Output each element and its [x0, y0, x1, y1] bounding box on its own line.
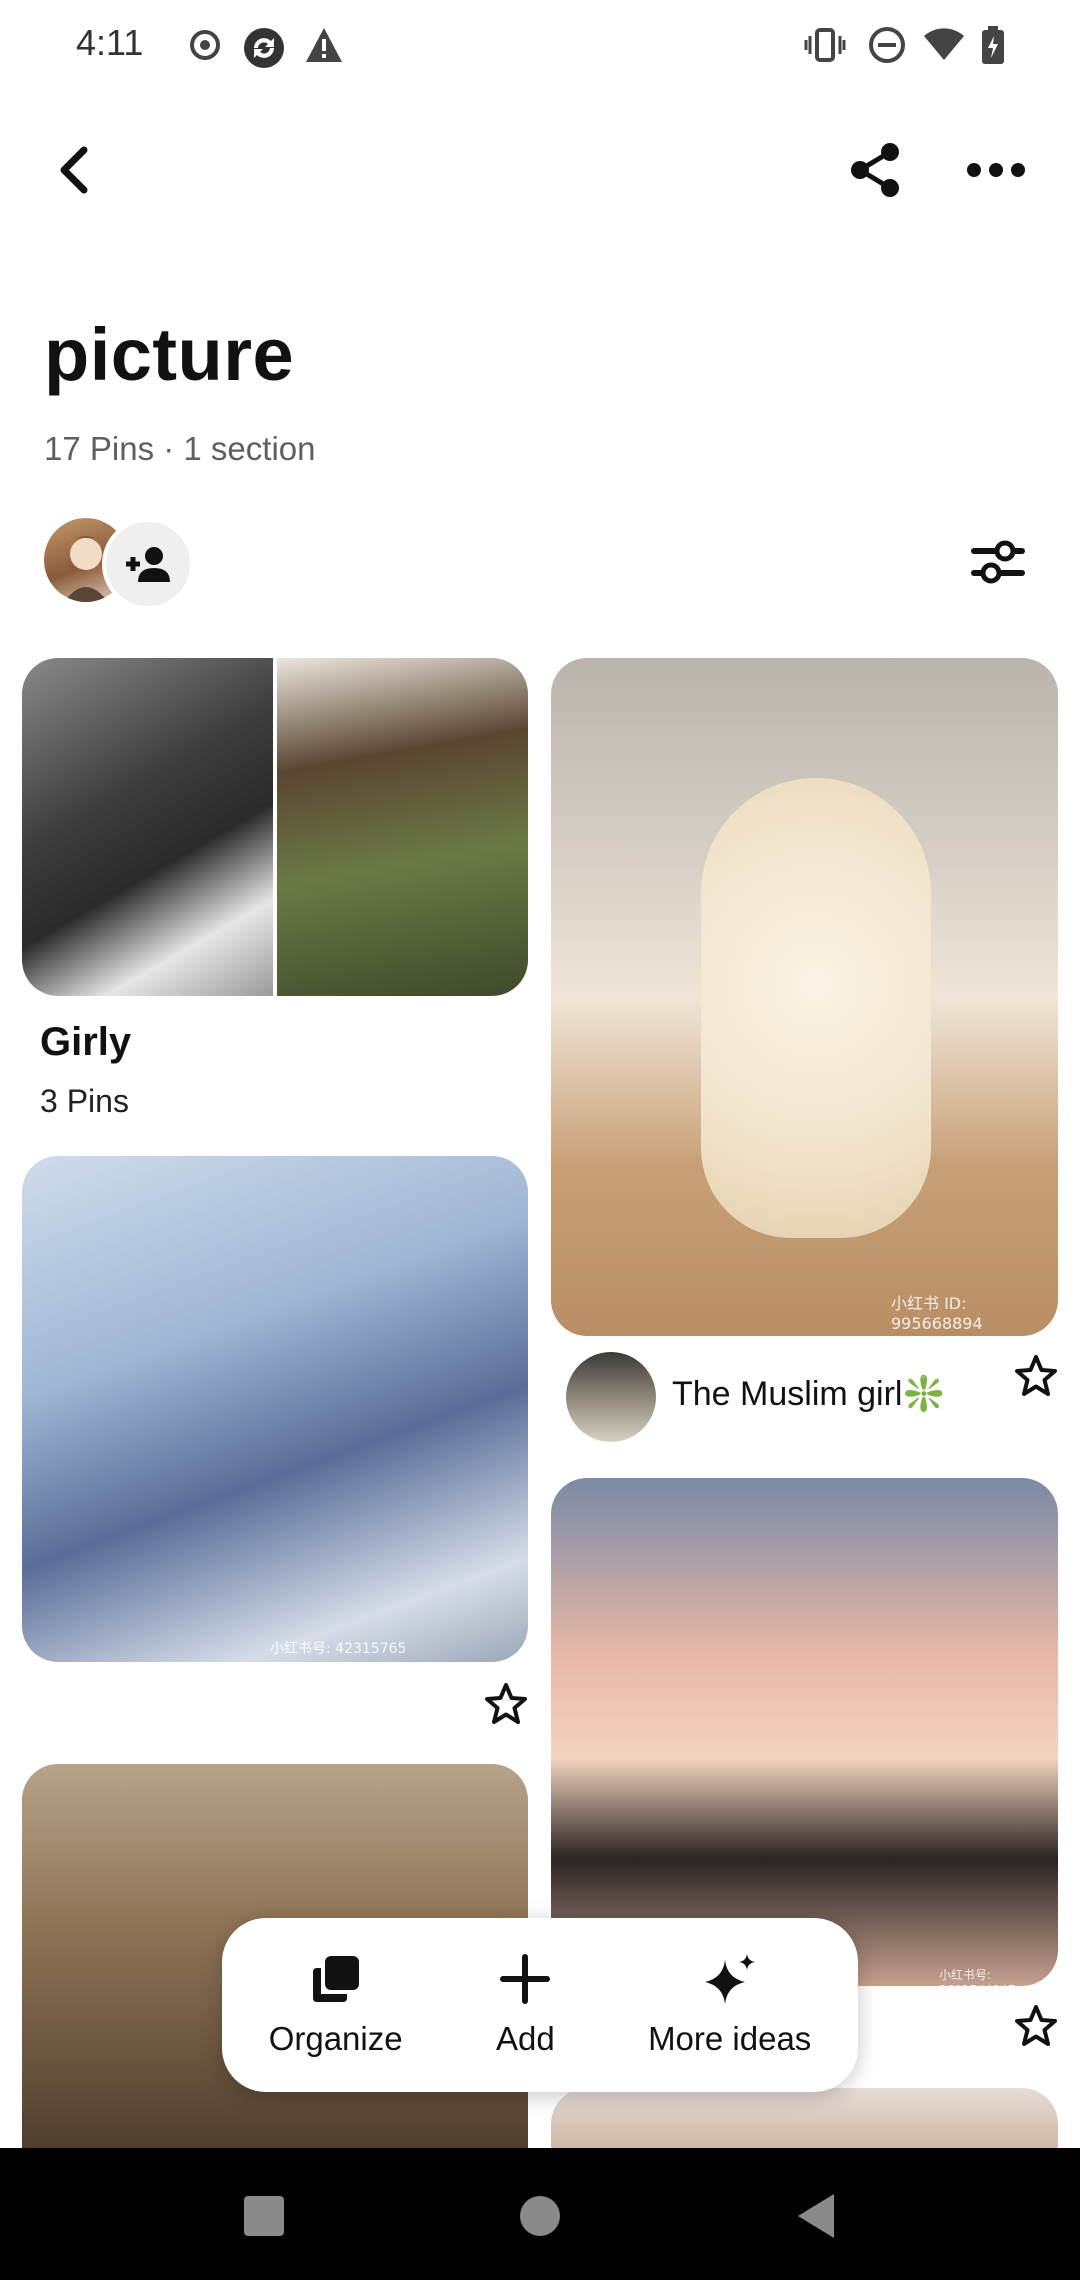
- plus-icon: [500, 1954, 551, 2004]
- sparkle-icon: [704, 1954, 755, 2004]
- warning-icon: [304, 26, 342, 64]
- add-collaborator-button[interactable]: [102, 518, 194, 610]
- creator-avatar[interactable]: [566, 1352, 656, 1442]
- section-pin-count: 3 Pins: [40, 1083, 129, 1119]
- record-icon: [186, 26, 224, 64]
- filter-icon: [971, 540, 1025, 584]
- board-subtitle: 17 Pins · 1 section: [44, 430, 316, 467]
- status-time: 4:11: [76, 22, 144, 63]
- more-ideas-button[interactable]: More ideas: [648, 1952, 811, 2058]
- share-icon: [851, 143, 899, 197]
- sync-icon: [242, 26, 284, 68]
- organize-button[interactable]: Organize: [269, 1952, 403, 2058]
- section-name[interactable]: Girly: [40, 1020, 131, 1065]
- more-ideas-label: More ideas: [648, 2020, 812, 2057]
- recents-button[interactable]: [238, 2190, 290, 2242]
- add-label: Add: [495, 2020, 555, 2057]
- pin-watermark: 小红书 ID: 995668894: [891, 1294, 983, 1333]
- add-button[interactable]: Add: [496, 1952, 555, 2058]
- do-not-disturb-icon: [868, 26, 906, 64]
- back-arrow-icon: [60, 146, 88, 194]
- battery-charging-icon: [980, 26, 1018, 64]
- save-pin-button[interactable]: [482, 1680, 530, 1728]
- filter-button[interactable]: [958, 522, 1038, 602]
- star-icon: [1015, 1355, 1057, 1396]
- home-button[interactable]: [514, 2190, 566, 2242]
- more-options-icon: [967, 163, 1025, 177]
- add-collaborator-icon: [126, 547, 170, 582]
- board-action-bar: Organize Add More ideas: [222, 1918, 858, 2092]
- star-icon: [1015, 2005, 1057, 2046]
- section-cover-image-kitten: [22, 658, 273, 996]
- section-cover-image-girl: [277, 658, 528, 996]
- organize-icon: [312, 1956, 359, 2002]
- back-icon: [798, 2194, 834, 2238]
- section-cover[interactable]: [22, 658, 528, 996]
- organize-label: Organize: [268, 2020, 403, 2057]
- board-title: picture: [44, 313, 295, 396]
- pin-image-girl-window[interactable]: 小红书号: 42315765: [22, 1156, 528, 1662]
- system-back-button[interactable]: [790, 2190, 842, 2242]
- pin-image-girl-with-cat[interactable]: 小红书号: 9691544947: [551, 1478, 1058, 1986]
- save-pin-button[interactable]: [1012, 2002, 1060, 2050]
- recents-icon: [244, 2196, 284, 2236]
- cat-illustration: [701, 778, 931, 1238]
- star-icon: [485, 1683, 527, 1724]
- creator-name[interactable]: The Muslim girl❇️: [672, 1374, 945, 1414]
- save-pin-button[interactable]: [1012, 1352, 1060, 1400]
- wifi-icon: [922, 26, 964, 64]
- vibrate-icon: [804, 26, 846, 64]
- pin-watermark: 小红书号: 9691544947: [939, 1968, 1015, 1986]
- home-icon: [520, 2196, 560, 2236]
- more-options-button[interactable]: [958, 132, 1034, 208]
- back-button[interactable]: [36, 132, 112, 208]
- share-button[interactable]: [838, 132, 914, 208]
- pin-image-white-cat[interactable]: 小红书 ID: 995668894: [551, 658, 1058, 1336]
- pin-watermark: 小红书号: 42315765: [270, 1641, 407, 1657]
